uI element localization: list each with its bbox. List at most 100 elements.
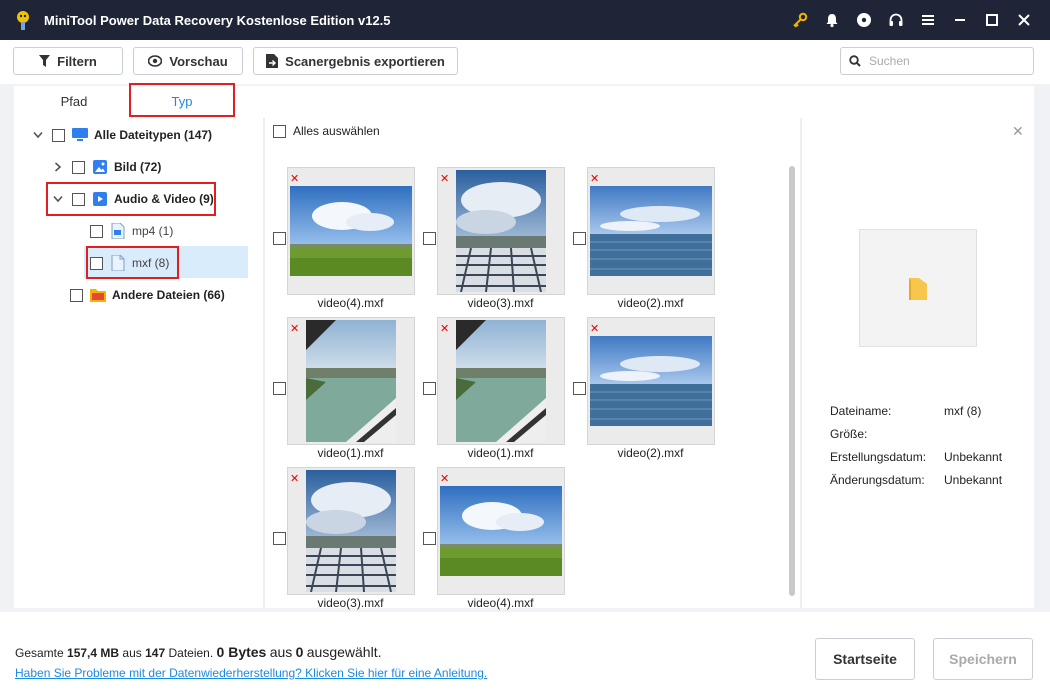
export-button-label: Scanergebnis exportieren xyxy=(285,53,445,69)
thumbnail-item[interactable]: ✕ video(3).mxf xyxy=(423,167,573,317)
summary-total-size: 157,4 MB xyxy=(67,646,120,660)
thumbnail-image xyxy=(456,170,546,292)
thumbnail-frame[interactable]: ✕ xyxy=(437,167,565,295)
thumbnail-frame[interactable]: ✕ xyxy=(287,317,415,445)
minimize-icon[interactable] xyxy=(944,0,976,40)
tree-label-other: Andere Dateien (66) xyxy=(112,288,225,302)
help-link[interactable]: Haben Sie Probleme mit der Datenwiederhe… xyxy=(15,666,487,680)
thumbnail-frame[interactable]: ✕ xyxy=(437,317,565,445)
thumbnail-frame[interactable]: ✕ xyxy=(287,467,415,595)
deleted-marker-icon: ✕ xyxy=(440,173,450,185)
results-panel: Pfad Typ Alle Dateitypen (147) Bild (72)… xyxy=(14,83,1034,610)
tree-divider xyxy=(263,118,265,608)
tree-item-all[interactable]: Alle Dateitypen (147) xyxy=(32,124,212,146)
export-icon xyxy=(266,54,279,68)
close-icon[interactable] xyxy=(1008,0,1040,40)
save-button[interactable]: Speichern xyxy=(933,638,1033,680)
thumbnail-item[interactable]: ✕ video(4).mxf xyxy=(273,167,423,317)
summary-suffix: ausgewählt. xyxy=(306,644,382,660)
filter-button-label: Filtern xyxy=(57,53,97,69)
maximize-icon[interactable] xyxy=(976,0,1008,40)
app-logo-icon xyxy=(12,9,34,31)
thumbnail-checkbox[interactable] xyxy=(273,532,286,545)
tree-item-mp4[interactable]: mp4 (1) xyxy=(90,220,173,242)
key-icon[interactable] xyxy=(784,0,816,40)
tree-item-other[interactable]: Andere Dateien (66) xyxy=(70,284,225,306)
folder-icon xyxy=(909,278,927,300)
grid-scrollbar[interactable] xyxy=(789,166,795,596)
toolbar: Filtern Vorschau Scanergebnis exportiere… xyxy=(0,40,1050,84)
thumbnail-item[interactable]: ✕ video(2).mxf xyxy=(573,317,723,467)
chevron-down-icon[interactable] xyxy=(32,129,44,141)
deleted-marker-icon: ✕ xyxy=(590,323,600,335)
thumbnail-image xyxy=(440,486,562,576)
disc-icon[interactable] xyxy=(848,0,880,40)
thumbnail-image xyxy=(306,470,396,592)
summary-selected-size: 0 Bytes xyxy=(216,644,267,660)
filter-button[interactable]: Filtern xyxy=(13,47,123,75)
thumbnail-filename: video(3).mxf xyxy=(467,296,534,310)
title-bar: MiniTool Power Data Recovery Kostenlose … xyxy=(0,0,1050,40)
checkbox-other[interactable] xyxy=(70,288,83,302)
detail-size-label: Größe: xyxy=(830,427,868,441)
search-input[interactable] xyxy=(869,54,1019,68)
detail-filename-label: Dateiname: xyxy=(830,404,892,418)
app-title: MiniTool Power Data Recovery Kostenlose … xyxy=(44,12,391,28)
deleted-marker-icon: ✕ xyxy=(290,473,300,485)
image-icon xyxy=(92,159,108,175)
summary-mid: aus xyxy=(122,646,142,660)
eye-icon xyxy=(148,55,163,67)
thumbnail-checkbox[interactable] xyxy=(273,382,286,395)
thumbnail-frame[interactable]: ✕ xyxy=(437,467,565,595)
tree-label-image: Bild (72) xyxy=(114,160,162,174)
thumbnail-image xyxy=(306,320,396,442)
checkbox-mp4[interactable] xyxy=(90,224,103,238)
thumbnail-filename: video(2).mxf xyxy=(617,446,684,460)
thumbnail-item[interactable]: ✕ video(1).mxf xyxy=(273,317,423,467)
filter-icon xyxy=(39,55,51,67)
thumbnail-frame[interactable]: ✕ xyxy=(287,167,415,295)
thumbnail-filename: video(1).mxf xyxy=(317,446,384,460)
audio-video-highlight xyxy=(46,182,216,216)
thumbnail-item[interactable]: ✕ video(2).mxf xyxy=(573,167,723,317)
menu-icon[interactable] xyxy=(912,0,944,40)
thumbnail-filename: video(2).mxf xyxy=(617,296,684,310)
home-button[interactable]: Startseite xyxy=(815,638,915,680)
export-button[interactable]: Scanergebnis exportieren xyxy=(253,47,458,75)
thumbnail-image xyxy=(590,336,712,426)
thumbnail-filename: video(1).mxf xyxy=(467,446,534,460)
tab-type-highlight xyxy=(129,83,235,117)
tree-label-all: Alle Dateitypen (147) xyxy=(94,128,213,142)
thumbnail-checkbox[interactable] xyxy=(573,382,586,395)
headset-icon[interactable] xyxy=(880,0,912,40)
thumbnail-checkbox[interactable] xyxy=(273,232,286,245)
thumbnail-checkbox[interactable] xyxy=(573,232,586,245)
thumbnail-checkbox[interactable] xyxy=(423,532,436,545)
summary-selected-count: 0 xyxy=(295,644,304,660)
checkbox-all[interactable] xyxy=(52,128,65,142)
checkbox-image[interactable] xyxy=(72,160,85,174)
detail-filename-value: mxf (8) xyxy=(944,404,982,418)
footer: Gesamte 157,4 MB aus 147 Dateien. 0 Byte… xyxy=(0,612,1050,700)
close-preview-icon[interactable]: ✕ xyxy=(1012,123,1024,140)
thumbnail-filename: video(3).mxf xyxy=(317,596,384,610)
chevron-right-icon[interactable] xyxy=(52,161,64,173)
tab-path[interactable]: Pfad xyxy=(44,86,104,116)
thumbnail-item[interactable]: ✕ video(4).mxf xyxy=(423,467,573,617)
video-file-icon xyxy=(110,223,126,239)
thumbnail-checkbox[interactable] xyxy=(423,382,436,395)
thumbnail-frame[interactable]: ✕ xyxy=(587,317,715,445)
select-all-row[interactable]: Alles auswählen xyxy=(273,124,380,138)
preview-button-label: Vorschau xyxy=(169,53,228,69)
bell-icon[interactable] xyxy=(816,0,848,40)
tree-item-image[interactable]: Bild (72) xyxy=(52,156,161,178)
search-icon xyxy=(849,55,861,67)
thumbnail-item[interactable]: ✕ video(1).mxf xyxy=(423,317,573,467)
deleted-marker-icon: ✕ xyxy=(290,173,300,185)
search-box[interactable] xyxy=(840,47,1034,75)
thumbnail-checkbox[interactable] xyxy=(423,232,436,245)
preview-button[interactable]: Vorschau xyxy=(133,47,243,75)
thumbnail-item[interactable]: ✕ video(3).mxf xyxy=(273,467,423,617)
checkbox-select-all[interactable] xyxy=(273,124,286,138)
thumbnail-frame[interactable]: ✕ xyxy=(587,167,715,295)
